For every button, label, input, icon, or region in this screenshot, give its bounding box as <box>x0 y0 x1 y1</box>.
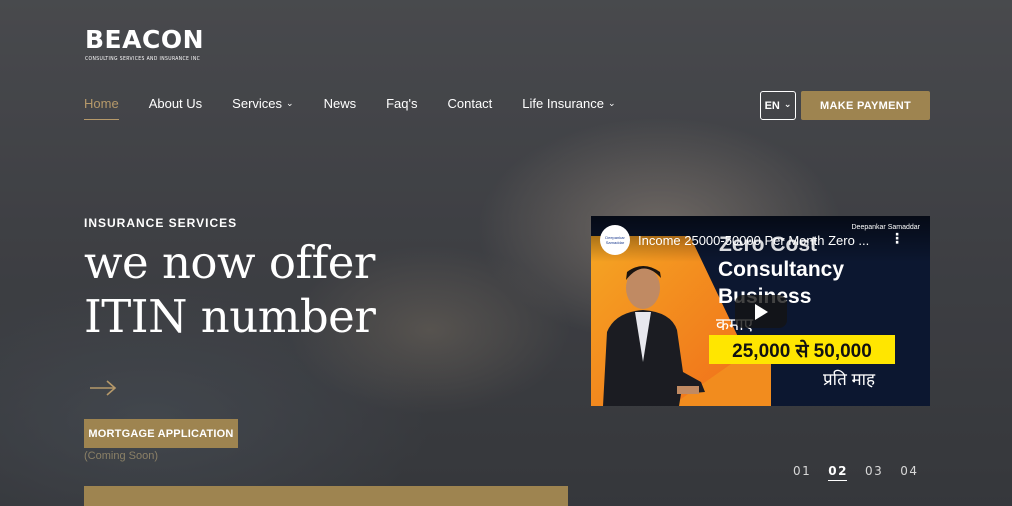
video-amount-banner: 25,000 से 50,000 <box>709 335 895 364</box>
nav-item-life-insurance[interactable]: Life Insurance ⌄ <box>522 96 615 112</box>
hero-eyebrow: INSURANCE SERVICES <box>84 216 238 230</box>
nav-item-services[interactable]: Services ⌄ <box>232 96 293 112</box>
nav-item-about-us[interactable]: About Us <box>149 96 202 112</box>
presenter-image <box>603 266 705 406</box>
nav-item-label: Home <box>84 96 119 111</box>
hero-headline-line2: ITIN number <box>84 290 376 343</box>
accent-bar <box>84 486 568 506</box>
chevron-down-icon: ⌄ <box>286 98 294 108</box>
video-brand-mark: Deepankar Samaddar <box>851 224 921 231</box>
more-options-icon[interactable]: ⋮ <box>890 230 904 247</box>
nav-item-label: Services <box>232 96 283 111</box>
slider-pagination: 01 02 03 04 <box>793 464 936 481</box>
logo[interactable]: BEACON CONSULTING SERVICES AND INSURANCE… <box>85 25 205 63</box>
play-button[interactable] <box>735 295 787 328</box>
slide-indicator[interactable]: 04 <box>900 464 918 478</box>
mortgage-application-button[interactable]: MORTGAGE APPLICATION <box>84 419 238 448</box>
chevron-down-icon: ⌄ <box>607 98 616 108</box>
make-payment-button[interactable]: MAKE PAYMENT <box>801 91 930 120</box>
chevron-down-icon: ⌄ <box>783 99 792 109</box>
hero-headline-line1: we now offer <box>84 236 375 289</box>
video-title[interactable]: Income 25000-50000 Per Month Zero ... <box>638 233 869 248</box>
nav-item-label: News <box>323 96 357 111</box>
nav-item-label: Contact <box>447 96 493 111</box>
nav-item-label: About Us <box>148 96 203 111</box>
logo-tagline: CONSULTING SERVICES AND INSURANCE INC <box>85 56 201 62</box>
slide-indicator[interactable]: 02 <box>828 464 848 481</box>
nav-item-label: Life Insurance <box>522 96 604 111</box>
coming-soon-note: (Coming Soon) <box>84 450 158 462</box>
nav-item-contact[interactable]: Contact <box>447 96 492 112</box>
language-label: EN <box>764 99 780 112</box>
slide-indicator[interactable]: 01 <box>793 464 811 478</box>
video-embed[interactable]: Deepankar Samaddar Zero Cost Income 2500… <box>591 216 930 406</box>
play-icon <box>755 303 768 320</box>
slide-indicator[interactable]: 03 <box>865 464 883 478</box>
logo-title: BEACON <box>85 25 205 54</box>
main-nav: Home About Us Services ⌄ News Faq's Cont… <box>84 96 646 120</box>
video-hindi-text2: प्रति माह <box>823 370 876 389</box>
language-selector[interactable]: EN ⌄ <box>760 91 796 120</box>
nav-item-news[interactable]: News <box>324 96 357 112</box>
video-text-line2: Consultancy <box>718 258 845 281</box>
hero-headline: we now offer ITIN number <box>84 236 484 344</box>
nav-item-faqs[interactable]: Faq's <box>386 96 417 112</box>
arrow-right-icon[interactable] <box>89 379 117 397</box>
channel-logo[interactable]: Deepankar Samaddar <box>600 225 630 255</box>
nav-item-label: Faq's <box>386 96 418 111</box>
nav-item-home[interactable]: Home <box>84 96 119 120</box>
